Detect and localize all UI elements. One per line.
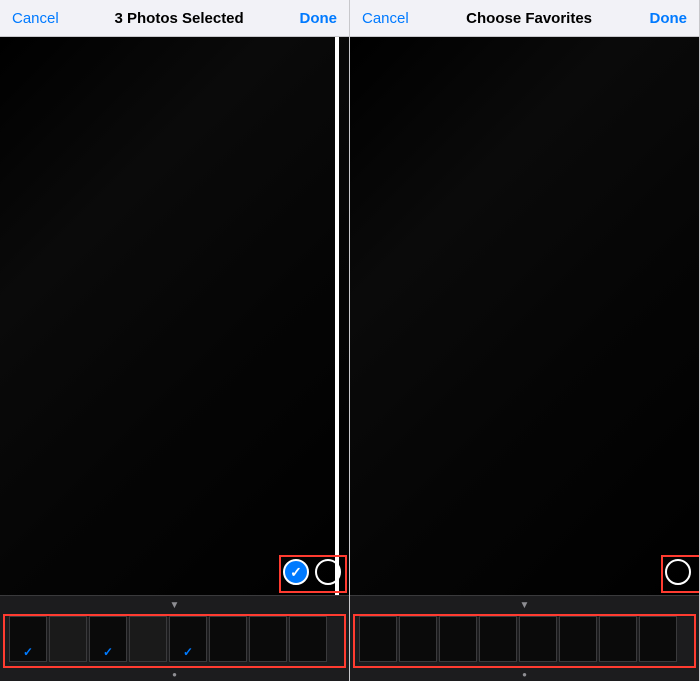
left-photo-dividers — [329, 37, 349, 595]
right-filmstrip-red-box — [353, 614, 696, 668]
checkmark-icon: ✓ — [290, 564, 302, 581]
right-cancel-button[interactable]: Cancel — [362, 10, 409, 27]
left-done-button[interactable]: Done — [299, 10, 337, 27]
left-nav-title: 3 Photos Selected — [114, 10, 243, 27]
left-nav-bar: Cancel 3 Photos Selected Done — [0, 0, 349, 37]
right-thumb-2[interactable] — [399, 616, 437, 662]
right-thumb-4[interactable] — [479, 616, 517, 662]
right-nav-bar: Cancel Choose Favorites Done — [350, 0, 699, 37]
left-thumb-1[interactable]: ✓ — [9, 616, 47, 662]
left-filmstrip-arrow: ▼ — [0, 600, 349, 611]
left-thumb-2[interactable] — [49, 616, 87, 662]
right-filmstrip-area: ▼ ● — [350, 595, 699, 681]
left-thumb-8[interactable] — [289, 616, 327, 662]
left-main-photo: ✓ — [0, 37, 349, 595]
left-cancel-button[interactable]: Cancel — [12, 10, 59, 27]
left-selection-area: ✓ — [283, 559, 341, 585]
thumb-check-1: ✓ — [23, 645, 33, 659]
right-nav-title: Choose Favorites — [466, 10, 592, 27]
right-empty-circle[interactable] — [665, 559, 691, 585]
divider-1 — [335, 37, 339, 595]
right-thumb-3[interactable] — [439, 616, 477, 662]
right-main-photo — [350, 37, 699, 595]
right-filmstrip-scroll[interactable] — [355, 616, 694, 666]
thumb-check-5: ✓ — [183, 645, 193, 659]
right-photo-area[interactable] — [350, 37, 699, 595]
left-selected-circle[interactable]: ✓ — [283, 559, 309, 585]
left-filmstrip-red-box: ✓ ✓ ✓ — [3, 614, 346, 668]
left-photo-area[interactable]: ✓ — [0, 37, 349, 595]
left-panel: Cancel 3 Photos Selected Done ✓ — [0, 0, 350, 681]
left-thumb-7[interactable] — [249, 616, 287, 662]
right-thumb-5[interactable] — [519, 616, 557, 662]
left-thumb-3[interactable]: ✓ — [89, 616, 127, 662]
right-panel: Cancel Choose Favorites Done ▼ — [350, 0, 700, 681]
left-filmstrip-dot: ● — [0, 670, 349, 679]
left-thumb-4[interactable] — [129, 616, 167, 662]
right-done-button[interactable]: Done — [649, 10, 687, 27]
right-thumb-8[interactable] — [639, 616, 677, 662]
thumb-check-3: ✓ — [103, 645, 113, 659]
left-thumb-5[interactable]: ✓ — [169, 616, 207, 662]
right-filmstrip-arrow: ▼ — [350, 600, 699, 611]
left-empty-circle[interactable] — [315, 559, 341, 585]
left-filmstrip-area: ▼ ✓ ✓ ✓ — [0, 595, 349, 681]
right-thumb-6[interactable] — [559, 616, 597, 662]
right-selection-area — [665, 559, 691, 585]
left-thumb-6[interactable] — [209, 616, 247, 662]
right-filmstrip-dot: ● — [350, 670, 699, 679]
left-filmstrip-scroll[interactable]: ✓ ✓ ✓ — [5, 616, 344, 666]
right-thumb-7[interactable] — [599, 616, 637, 662]
right-thumb-1[interactable] — [359, 616, 397, 662]
